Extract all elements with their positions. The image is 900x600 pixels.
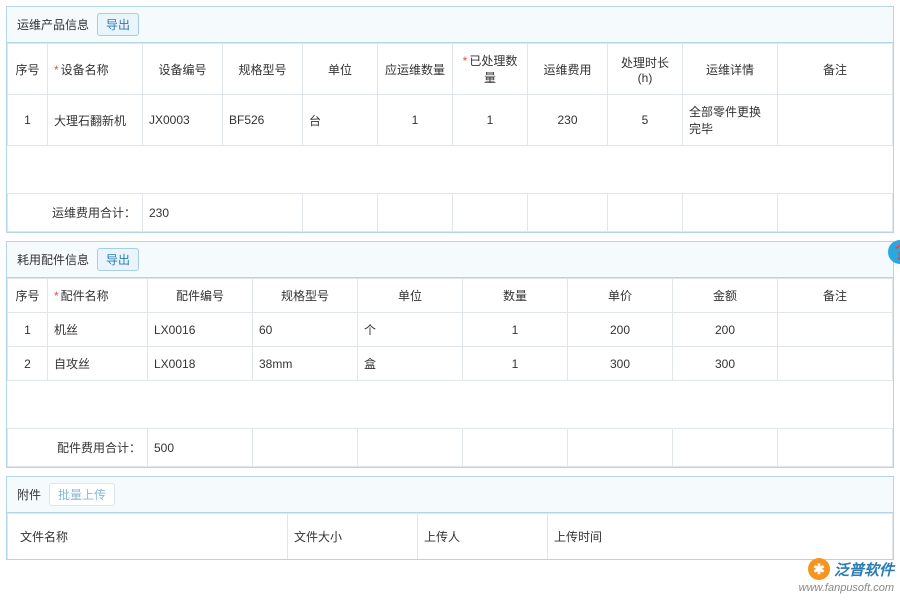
table-row[interactable]: 1 机丝 LX0016 60 个 1 200 200 <box>8 313 893 347</box>
cell-hours: 5 <box>608 95 683 146</box>
cell-amount: 200 <box>673 313 778 347</box>
panel-header: 耗用配件信息 导出 <box>7 242 893 278</box>
summary-value: 230 <box>143 194 303 232</box>
cell-device-code: JX0003 <box>143 95 223 146</box>
consumed-parts-panel: 耗用配件信息 导出 序号 *配件名称 配件编号 规格型号 单位 数量 单价 金额… <box>6 241 894 468</box>
col-unit: 单位 <box>358 279 463 313</box>
cell-device-name: 大理石翻新机 <box>48 95 143 146</box>
cell-qty: 1 <box>463 347 568 381</box>
brand-url: www.fanpusoft.com <box>799 582 894 594</box>
cell-spec: 38mm <box>253 347 358 381</box>
col-hours: 处理时长(h) <box>608 44 683 95</box>
col-filename: 文件名称 <box>8 514 288 560</box>
col-upload-time: 上传时间 <box>548 514 893 560</box>
col-part-name: *配件名称 <box>48 279 148 313</box>
cell-seq: 1 <box>8 95 48 146</box>
col-required-qty: 应运维数量 <box>378 44 453 95</box>
cell-unit: 台 <box>303 95 378 146</box>
col-part-code: 配件编号 <box>148 279 253 313</box>
cell-qty: 1 <box>463 313 568 347</box>
col-remark: 备注 <box>778 44 893 95</box>
col-detail: 运维详情 <box>683 44 778 95</box>
summary-row: 运维费用合计： 230 <box>8 194 893 232</box>
table-header-row: 序号 *设备名称 设备编号 规格型号 单位 应运维数量 *已处理数量 运维费用 … <box>8 44 893 95</box>
panel-title: 运维产品信息 <box>17 16 89 33</box>
cell-seq: 1 <box>8 313 48 347</box>
cell-spec: BF526 <box>223 95 303 146</box>
brand-name: 泛普软件 <box>834 559 894 580</box>
panel-title: 附件 <box>17 486 41 503</box>
col-device-code: 设备编号 <box>143 44 223 95</box>
col-price: 单价 <box>568 279 673 313</box>
brand-logo-icon: ✱ <box>808 558 830 580</box>
col-device-name: *设备名称 <box>48 44 143 95</box>
cell-price: 200 <box>568 313 673 347</box>
table-row[interactable]: 1 大理石翻新机 JX0003 BF526 台 1 1 230 5 全部零件更换… <box>8 95 893 146</box>
summary-label: 配件费用合计： <box>8 429 148 467</box>
cell-remark <box>778 313 893 347</box>
cell-part-name: 自攻丝 <box>48 347 148 381</box>
maintenance-table: 序号 *设备名称 设备编号 规格型号 单位 应运维数量 *已处理数量 运维费用 … <box>7 43 893 232</box>
required-marker: * <box>54 289 59 303</box>
cell-part-name: 机丝 <box>48 313 148 347</box>
cell-detail: 全部零件更换完毕 <box>683 95 778 146</box>
panel-header: 运维产品信息 导出 <box>7 7 893 43</box>
col-qty: 数量 <box>463 279 568 313</box>
col-seq: 序号 <box>8 279 48 313</box>
col-spec: 规格型号 <box>253 279 358 313</box>
table-header-row: 文件名称 文件大小 上传人 上传时间 <box>8 514 893 560</box>
cell-cost: 230 <box>528 95 608 146</box>
required-marker: * <box>54 63 59 77</box>
cell-seq: 2 <box>8 347 48 381</box>
cell-remark <box>778 95 893 146</box>
attachments-table: 文件名称 文件大小 上传人 上传时间 <box>7 513 893 559</box>
col-uploader: 上传人 <box>418 514 548 560</box>
cell-unit: 盒 <box>358 347 463 381</box>
panel-header: 附件 批量上传 <box>7 477 893 513</box>
col-amount: 金额 <box>673 279 778 313</box>
summary-label: 运维费用合计： <box>8 194 143 232</box>
col-cost: 运维费用 <box>528 44 608 95</box>
col-spec: 规格型号 <box>223 44 303 95</box>
batch-upload-button[interactable]: 批量上传 <box>49 483 115 506</box>
attachments-panel: 附件 批量上传 文件名称 文件大小 上传人 上传时间 <box>6 476 894 560</box>
summary-row: 配件费用合计： 500 <box>8 429 893 467</box>
cell-processed-qty: 1 <box>453 95 528 146</box>
col-unit: 单位 <box>303 44 378 95</box>
cell-part-code: LX0018 <box>148 347 253 381</box>
cell-remark <box>778 347 893 381</box>
col-remark: 备注 <box>778 279 893 313</box>
cell-amount: 300 <box>673 347 778 381</box>
export-button[interactable]: 导出 <box>97 13 139 36</box>
cell-required-qty: 1 <box>378 95 453 146</box>
panel-title: 耗用配件信息 <box>17 251 89 268</box>
table-row[interactable]: 2 自攻丝 LX0018 38mm 盒 1 300 300 <box>8 347 893 381</box>
col-seq: 序号 <box>8 44 48 95</box>
cell-price: 300 <box>568 347 673 381</box>
export-button[interactable]: 导出 <box>97 248 139 271</box>
col-processed-qty: *已处理数量 <box>453 44 528 95</box>
required-marker: * <box>463 54 468 68</box>
table-header-row: 序号 *配件名称 配件编号 规格型号 单位 数量 单价 金额 备注 <box>8 279 893 313</box>
col-filesize: 文件大小 <box>288 514 418 560</box>
maintenance-products-panel: 运维产品信息 导出 序号 *设备名称 设备编号 规格型号 单位 应运维数量 *已… <box>6 6 894 233</box>
cell-spec: 60 <box>253 313 358 347</box>
parts-table: 序号 *配件名称 配件编号 规格型号 单位 数量 单价 金额 备注 1 机丝 L… <box>7 278 893 467</box>
summary-value: 500 <box>148 429 253 467</box>
cell-unit: 个 <box>358 313 463 347</box>
watermark: ✱ 泛普软件 www.fanpusoft.com <box>799 558 894 594</box>
cell-part-code: LX0016 <box>148 313 253 347</box>
